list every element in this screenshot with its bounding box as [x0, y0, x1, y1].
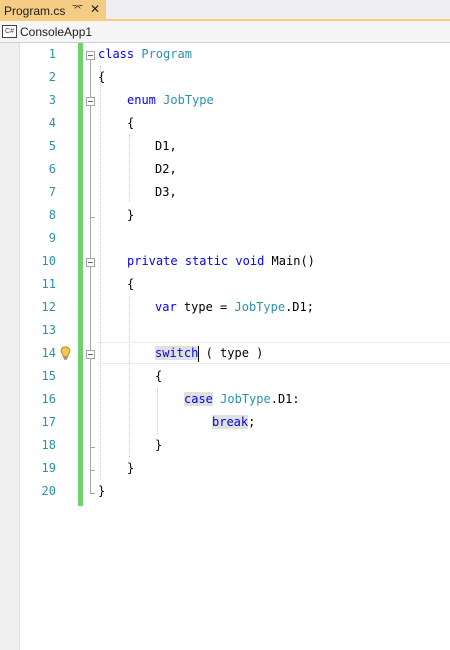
line-number: 1 [48, 47, 56, 61]
keyword: void [235, 254, 265, 268]
line-number: 19 [41, 461, 56, 475]
current-line-highlight [98, 342, 450, 364]
line-number: 3 [48, 93, 56, 107]
code-line[interactable]: private static void Main() [127, 250, 315, 273]
document-tab-strip: Program.cs ⌤ ✕ [0, 0, 450, 21]
keyword-highlighted: case [184, 392, 213, 406]
line-number: 6 [48, 162, 56, 176]
line-number: 8 [48, 208, 56, 222]
code-line[interactable]: D2, [155, 158, 177, 181]
code-line[interactable]: class Program [98, 43, 192, 66]
line-number: 16 [41, 392, 56, 406]
line-number: 10 [41, 254, 56, 268]
code-text: .D1; [285, 300, 314, 314]
lightbulb-icon[interactable] [60, 346, 71, 360]
keyword: static [184, 254, 229, 268]
keyword: var [155, 300, 177, 314]
code-line[interactable]: D1, [155, 135, 177, 158]
code-line[interactable]: } [98, 480, 105, 503]
keyword-highlighted: switch [155, 346, 199, 360]
code-line[interactable]: switch ( type ) [155, 342, 263, 365]
code-line[interactable]: { [127, 273, 134, 296]
outline-end [90, 470, 95, 471]
type-name: JobType [220, 392, 271, 406]
type-name: Program [141, 47, 192, 61]
line-number: 15 [41, 369, 56, 383]
navigation-bar: C# ConsoleApp1 [0, 21, 450, 43]
method-name: Main() [271, 254, 315, 268]
keyword: class [98, 47, 135, 61]
collapse-toggle-icon[interactable] [86, 350, 95, 359]
line-number: 13 [41, 323, 56, 337]
keyword: private [127, 254, 178, 268]
selection-margin[interactable] [0, 43, 20, 650]
tab-title: Program.cs [4, 3, 66, 18]
keyword: enum [127, 93, 156, 107]
code-text: .D1: [270, 392, 300, 406]
code-line[interactable]: enum JobType [127, 89, 214, 112]
line-number: 4 [48, 116, 56, 130]
change-tracking-bar [78, 43, 83, 506]
tab-program-cs[interactable]: Program.cs ⌤ ✕ [0, 0, 106, 21]
keyword-highlighted: break [212, 415, 249, 429]
code-line[interactable]: var type = JobType.D1; [155, 296, 314, 319]
code-text: ; [248, 415, 256, 429]
line-number: 11 [41, 277, 56, 291]
type-name: JobType [163, 93, 214, 107]
line-number: 18 [41, 438, 56, 452]
code-editor[interactable]: 1 2 3 4 5 6 7 8 9 10 11 12 13 14 15 16 1… [0, 43, 450, 650]
line-number: 5 [48, 139, 56, 153]
csharp-project-icon: C# [2, 25, 17, 38]
indent-guide [129, 135, 130, 201]
line-number: 20 [41, 484, 56, 498]
code-line[interactable]: { [98, 66, 105, 89]
code-line[interactable]: { [127, 112, 134, 135]
code-line[interactable]: D3, [155, 181, 177, 204]
code-line[interactable]: } [127, 457, 134, 480]
line-number: 17 [41, 415, 56, 429]
indent-guide [100, 66, 101, 480]
pin-icon[interactable]: ⌤ [72, 3, 84, 14]
code-line[interactable]: break; [212, 411, 255, 434]
project-dropdown[interactable]: C# ConsoleApp1 [2, 23, 92, 40]
line-number: 7 [48, 185, 56, 199]
code-text: ( type ) [198, 346, 264, 360]
code-line[interactable]: } [155, 434, 162, 457]
code-line[interactable]: } [127, 204, 134, 227]
outline-end [90, 493, 95, 494]
line-number: 9 [48, 231, 56, 245]
collapse-toggle-icon[interactable] [86, 51, 95, 60]
line-number: 2 [48, 70, 56, 84]
code-line[interactable]: case JobType.D1: [184, 388, 300, 411]
outline-end [90, 217, 95, 218]
indent-guide [157, 388, 158, 434]
collapse-toggle-icon[interactable] [86, 97, 95, 106]
code-text: type = [183, 300, 235, 314]
collapse-toggle-icon[interactable] [86, 258, 95, 267]
line-number: 12 [41, 300, 56, 314]
close-icon[interactable]: ✕ [90, 2, 100, 16]
outline-end [90, 447, 95, 448]
outline-line [90, 60, 91, 493]
code-line[interactable]: { [155, 365, 162, 388]
line-number: 14 [41, 346, 56, 360]
indent-guide [129, 296, 130, 457]
type-name: JobType [234, 300, 286, 314]
project-name: ConsoleApp1 [20, 24, 93, 39]
